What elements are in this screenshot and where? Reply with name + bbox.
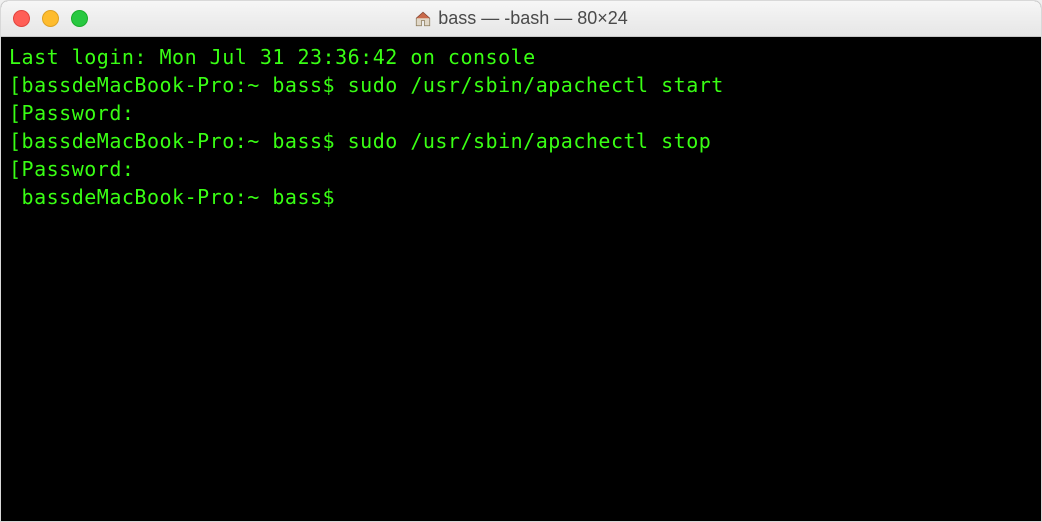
home-icon <box>414 10 432 28</box>
window-title-wrap: bass — -bash — 80×24 <box>1 8 1041 29</box>
terminal-prompt: bassdeMacBook-Pro:~ bass$ <box>9 185 348 209</box>
terminal-line: [bassdeMacBook-Pro:~ bass$ sudo /usr/sbi… <box>9 71 1033 99</box>
terminal-line: [Password: <box>9 99 1033 127</box>
cursor <box>348 185 360 209</box>
traffic-lights <box>13 10 88 27</box>
terminal-prompt-line: bassdeMacBook-Pro:~ bass$ <box>9 183 1033 211</box>
close-button[interactable] <box>13 10 30 27</box>
zoom-button[interactable] <box>71 10 88 27</box>
terminal-line: Last login: Mon Jul 31 23:36:42 on conso… <box>9 43 1033 71</box>
terminal-line: [bassdeMacBook-Pro:~ bass$ sudo /usr/sbi… <box>9 127 1033 155</box>
window-title: bass — -bash — 80×24 <box>438 8 628 29</box>
minimize-button[interactable] <box>42 10 59 27</box>
terminal-line: [Password: <box>9 155 1033 183</box>
titlebar[interactable]: bass — -bash — 80×24 <box>1 1 1041 37</box>
terminal-window: bass — -bash — 80×24 Last login: Mon Jul… <box>0 0 1042 522</box>
terminal-body[interactable]: Last login: Mon Jul 31 23:36:42 on conso… <box>1 37 1041 521</box>
